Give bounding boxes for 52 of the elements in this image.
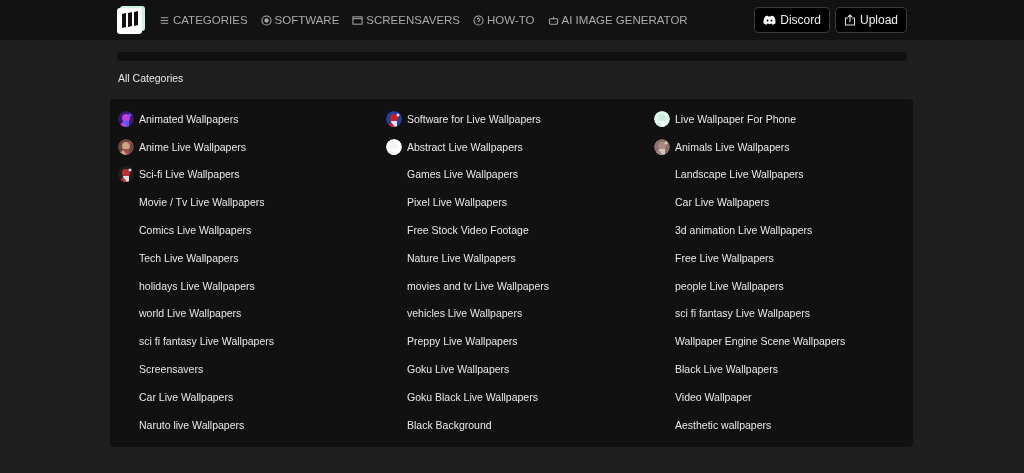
robot-icon	[547, 14, 559, 26]
category-link[interactable]: Sci-fi Live Wallpapers	[139, 168, 240, 181]
category-link[interactable]: Aesthetic wallpapers	[675, 418, 772, 431]
category-link[interactable]: Software for Live Wallpapers	[407, 112, 541, 125]
category-link[interactable]: Games Live Wallpapers	[407, 168, 519, 181]
window-icon	[352, 14, 364, 26]
disc-icon	[260, 14, 272, 26]
nav-link[interactable]: SOFTWARE	[260, 14, 340, 26]
category-link[interactable]: Movie / Tv Live Wallpapers	[139, 196, 265, 209]
category-link[interactable]: Car Live Wallpapers	[139, 390, 234, 403]
category-link[interactable]: Goku Live Wallpapers	[407, 363, 510, 376]
category-link[interactable]: Nature Live Wallpapers	[407, 251, 516, 264]
category-link[interactable]: sci fi fantasy Live Wallpapers	[675, 307, 810, 320]
category-link[interactable]: sci fi fantasy Live Wallpapers	[139, 335, 274, 348]
section-title: All Categories	[118, 72, 184, 84]
category-link[interactable]: Anime Live Wallpapers	[139, 140, 246, 153]
category-link[interactable]: Goku Black Live Wallpapers	[407, 390, 538, 403]
category-link[interactable]: Screensavers	[139, 363, 204, 376]
category-link[interactable]: 3d animation Live Wallpapers	[675, 224, 813, 237]
category-link[interactable]: Animals Live Wallpapers	[675, 140, 790, 153]
category-link[interactable]: Tech Live Wallpapers	[139, 251, 239, 264]
category-link[interactable]: Free Stock Video Footage	[407, 224, 529, 237]
logo-icon[interactable]	[117, 6, 145, 34]
category-link[interactable]: Free Live Wallpapers	[675, 251, 774, 264]
category-link[interactable]: Wallpaper Engine Scene Wallpapers	[675, 335, 846, 348]
category-link[interactable]: Comics Live Wallpapers	[139, 224, 252, 237]
upload-icon	[843, 14, 856, 26]
nav-link[interactable]: SCREENSAVERS	[352, 14, 461, 26]
category-link[interactable]: Pixel Live Wallpapers	[407, 196, 507, 209]
category-link[interactable]: Preppy Live Wallpapers	[407, 335, 518, 348]
category-link[interactable]: people Live Wallpapers	[675, 279, 784, 292]
category-link[interactable]: Landscape Live Wallpapers	[675, 168, 804, 181]
category-link[interactable]: Black Background	[407, 418, 492, 431]
menu-icon	[159, 14, 170, 26]
gamepad-icon	[763, 15, 777, 25]
category-link[interactable]: holidays Live Wallpapers	[139, 279, 255, 292]
category-link[interactable]: Video Wallpaper	[675, 390, 752, 403]
nav-link[interactable]: AI IMAGE GENERATOR	[547, 14, 688, 26]
category-link[interactable]: Animated Wallpapers	[139, 112, 239, 125]
category-link[interactable]: Car Live Wallpapers	[675, 196, 770, 209]
category-link[interactable]: movies and tv Live Wallpapers	[407, 279, 549, 292]
category-link[interactable]: Black Live Wallpapers	[675, 363, 778, 376]
category-link[interactable]: Naruto live Wallpapers	[139, 418, 245, 431]
category-link[interactable]: Abstract Live Wallpapers	[407, 140, 523, 153]
help-icon	[473, 14, 485, 26]
category-link[interactable]: vehicles Live Wallpapers	[407, 307, 523, 320]
discord-button[interactable]: Discord	[754, 7, 830, 33]
category-link[interactable]: Live Wallpaper For Phone	[675, 112, 796, 125]
nav-link[interactable]: HOW-TO	[473, 14, 535, 26]
category-link[interactable]: world Live Wallpapers	[139, 307, 242, 320]
upload-button[interactable]: Upload	[834, 7, 907, 33]
nav-link[interactable]: CATEGORIES	[159, 14, 248, 26]
